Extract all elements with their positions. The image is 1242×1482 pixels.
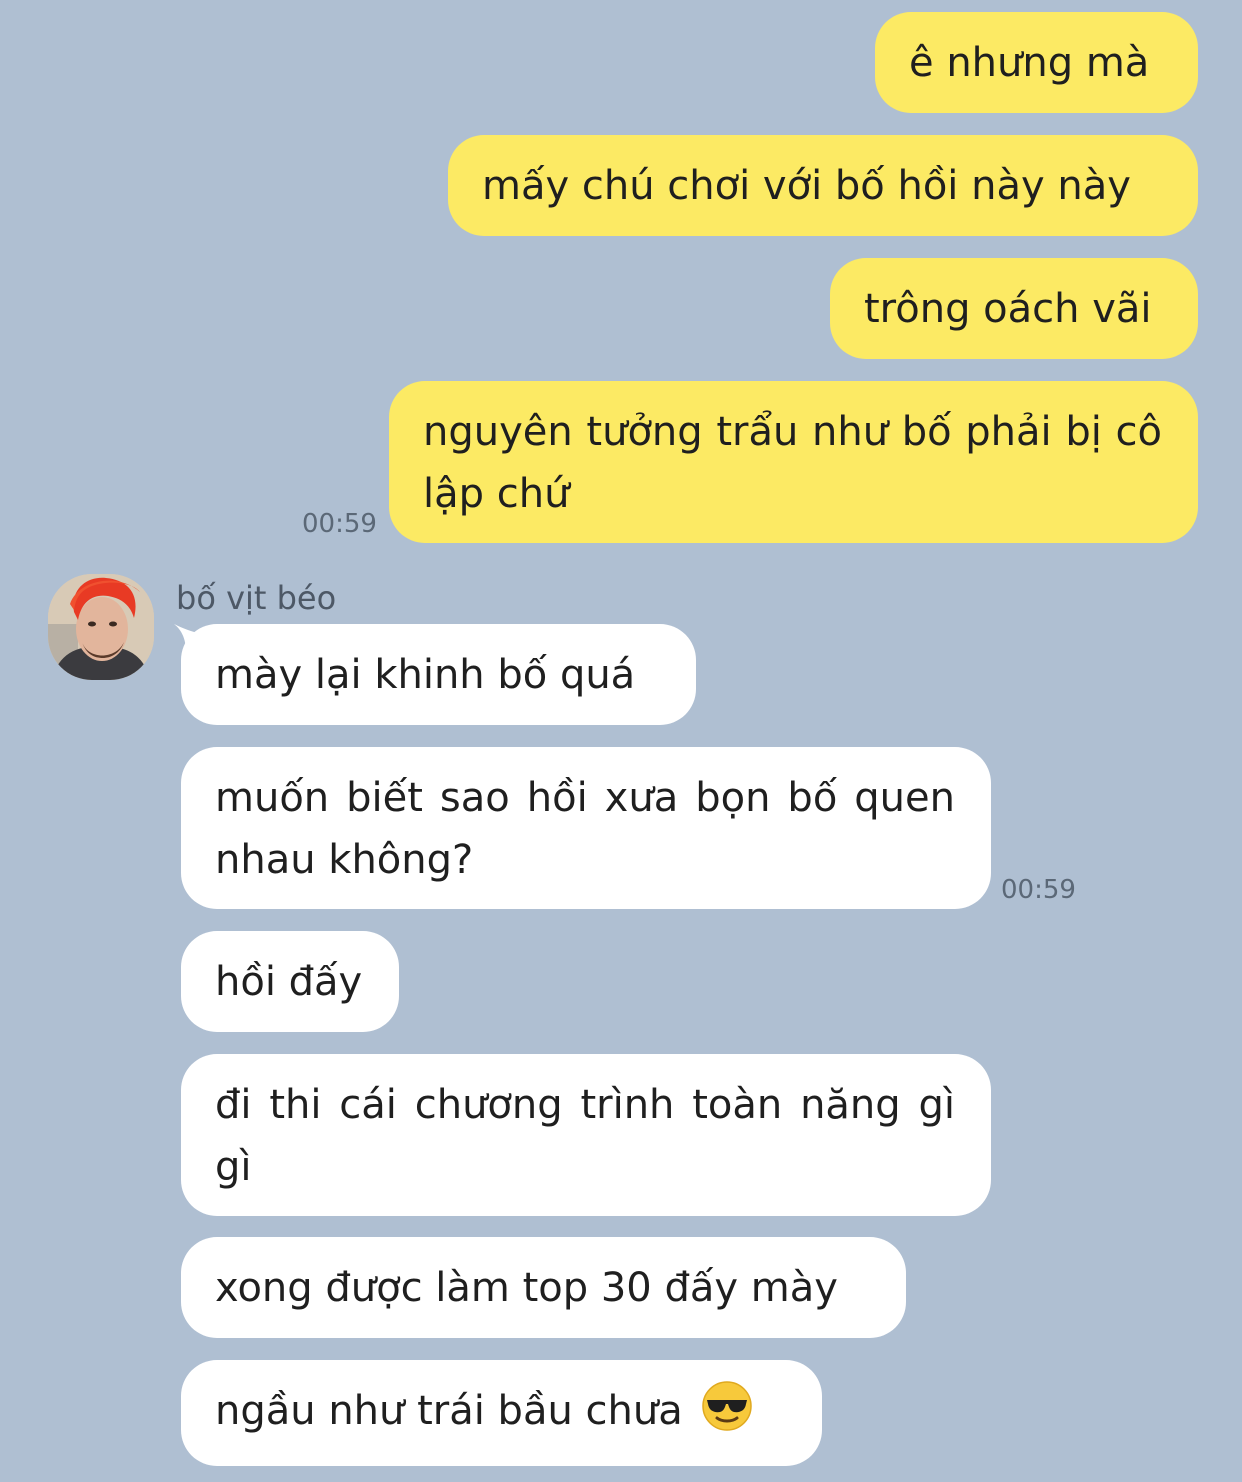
- message-text: ê nhưng mà: [909, 40, 1150, 86]
- incoming-message[interactable]: muốn biết sao hồi xưa bọn bố quen nhau k…: [181, 747, 991, 909]
- outgoing-message[interactable]: ê nhưng mà: [875, 12, 1198, 113]
- message-text: ngầu như trái bầu chưa: [215, 1388, 683, 1434]
- incoming-message[interactable]: ngầu như trái bầu chưa: [181, 1360, 822, 1466]
- incoming-message[interactable]: xong được làm top 30 đấy mày: [181, 1237, 906, 1338]
- message-timestamp: 00:59: [302, 509, 377, 539]
- sender-name: bố vịt béo: [176, 579, 337, 617]
- sunglasses-face-icon: [702, 1381, 753, 1431]
- message-text: mày lại khinh bố quá: [215, 652, 636, 698]
- avatar[interactable]: [48, 574, 154, 680]
- message-text: mấy chú chơi với bố hồi này này: [482, 163, 1131, 209]
- message-text: hồi đấy: [215, 959, 363, 1005]
- message-text: đi thi cái chương trình toàn năng gì gì: [215, 1082, 955, 1190]
- outgoing-message[interactable]: mấy chú chơi với bố hồi này này: [448, 135, 1198, 236]
- message-text: trông oách vãi: [864, 286, 1152, 332]
- incoming-message[interactable]: mày lại khinh bố quá: [181, 624, 696, 725]
- incoming-message[interactable]: đi thi cái chương trình toàn năng gì gì: [181, 1054, 991, 1216]
- outgoing-message[interactable]: trông oách vãi: [830, 258, 1198, 359]
- incoming-message[interactable]: hồi đấy: [181, 931, 399, 1032]
- profile-photo-icon: [48, 574, 154, 680]
- message-timestamp: 00:59: [1001, 875, 1076, 905]
- message-text: nguyên tưởng trẩu như bố phải bị cô lập …: [423, 409, 1162, 517]
- message-text: xong được làm top 30 đấy mày: [215, 1265, 838, 1311]
- outgoing-message[interactable]: nguyên tưởng trẩu như bố phải bị cô lập …: [389, 381, 1198, 543]
- message-text: muốn biết sao hồi xưa bọn bố quen nhau k…: [215, 775, 955, 883]
